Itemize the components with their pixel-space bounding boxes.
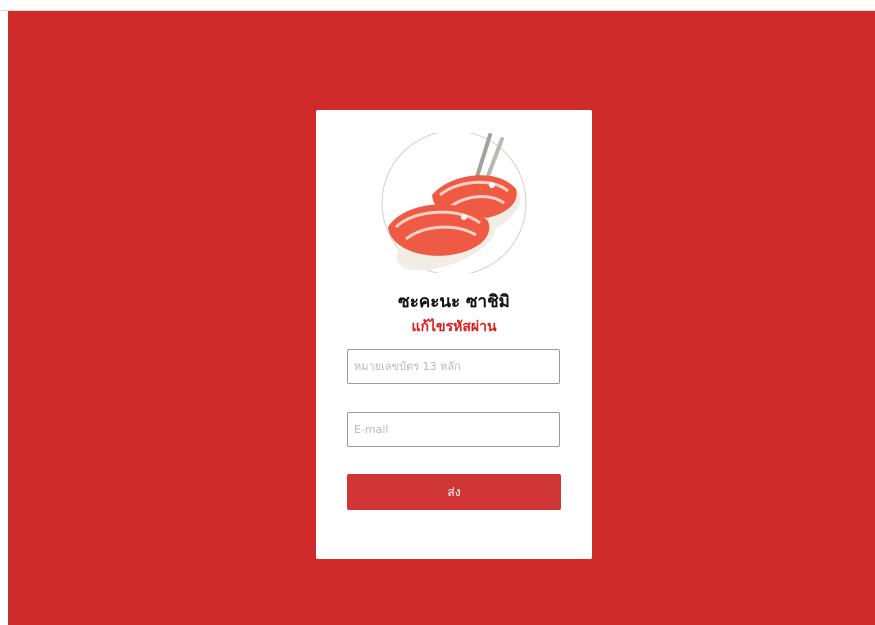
submit-button[interactable]: ส่ง — [347, 474, 561, 510]
reset-password-card: ซะคะนะ ซาชิมิ แก้ไขรหัสผ่าน ส่ง — [316, 110, 592, 559]
page-title: แก้ไขรหัสผ่าน — [411, 319, 497, 335]
id-card-number-input[interactable] — [347, 349, 560, 384]
sushi-chopsticks-icon — [381, 133, 527, 273]
brand-name: ซะคะนะ ซาชิมิ — [398, 292, 510, 312]
email-field[interactable] — [347, 412, 560, 447]
page-background: ซะคะนะ ซาชิมิ แก้ไขรหัสผ่าน ส่ง — [8, 11, 875, 625]
